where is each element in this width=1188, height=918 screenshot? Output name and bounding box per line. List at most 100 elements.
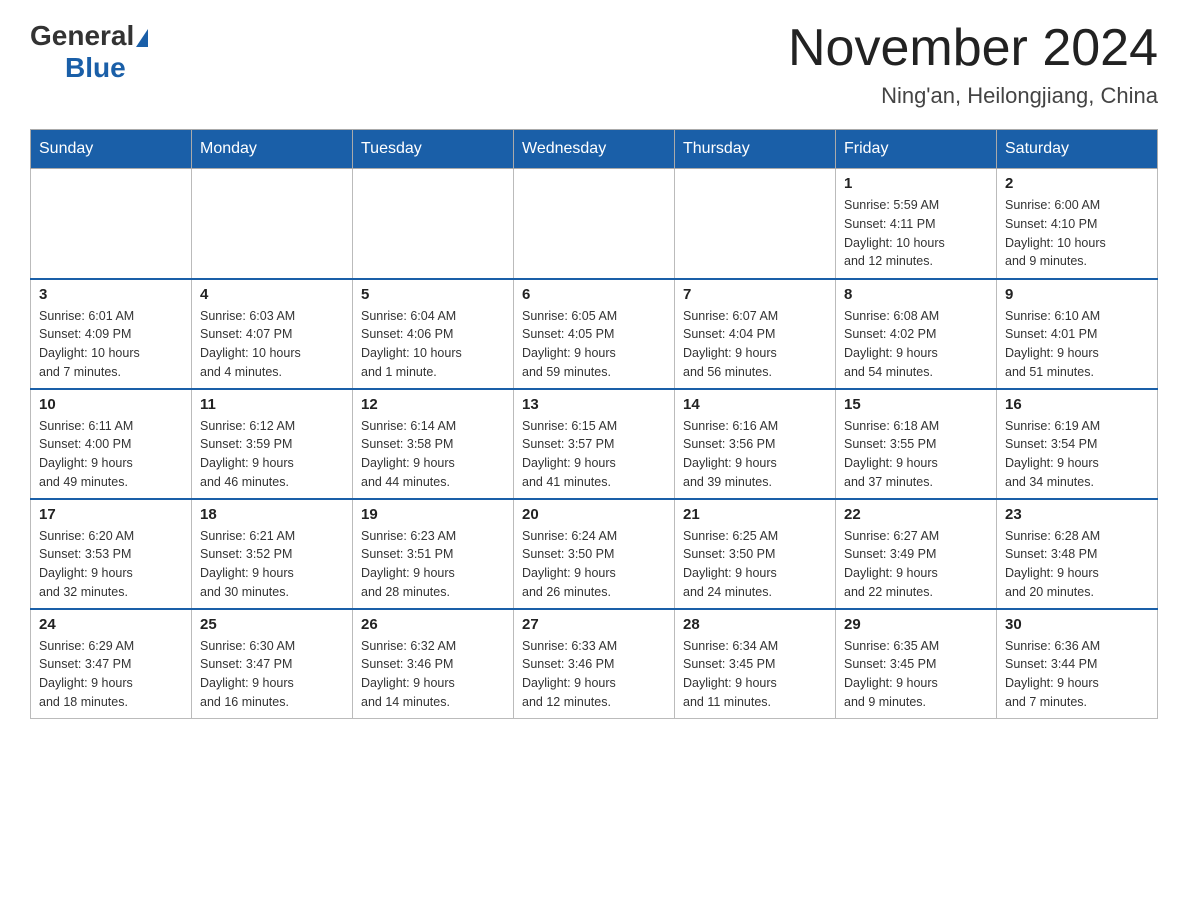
day-number: 11 [200,396,344,413]
day-number: 8 [844,286,988,303]
day-info: Sunrise: 6:21 AM Sunset: 3:52 PM Dayligh… [200,527,344,602]
calendar-cell: 14 Sunrise: 6:16 AM Sunset: 3:56 PM Dayli… [675,389,836,499]
day-of-week-header: Friday [836,130,997,169]
location-title: Ning'an, Heilongjiang, China [788,83,1158,109]
day-info: Sunrise: 6:23 AM Sunset: 3:51 PM Dayligh… [361,527,505,602]
calendar-header-row: SundayMondayTuesdayWednesdayThursdayFrid… [31,130,1158,169]
calendar-cell: 1 Sunrise: 5:59 AM Sunset: 4:11 PM Daylig… [836,169,997,279]
day-number: 27 [522,616,666,633]
day-info: Sunrise: 6:19 AM Sunset: 3:54 PM Dayligh… [1005,417,1149,492]
calendar-cell: 11 Sunrise: 6:12 AM Sunset: 3:59 PM Dayli… [192,389,353,499]
day-number: 28 [683,616,827,633]
calendar-week-row: 24Sunrise: 6:29 AM Sunset: 3:47 PM Dayli… [31,609,1158,719]
day-info: Sunrise: 6:16 AM Sunset: 3:56 PM Dayligh… [683,417,827,492]
logo-triangle-icon [136,29,148,47]
calendar-cell: 24Sunrise: 6:29 AM Sunset: 3:47 PM Dayli… [31,609,192,719]
logo-text: General [30,20,145,52]
day-number: 20 [522,506,666,523]
logo-blue-text: Blue [65,52,126,84]
day-info: Sunrise: 6:15 AM Sunset: 3:57 PM Dayligh… [522,417,666,492]
day-info: Sunrise: 6:25 AM Sunset: 3:50 PM Dayligh… [683,527,827,602]
day-number: 5 [361,286,505,303]
calendar-table: SundayMondayTuesdayWednesdayThursdayFrid… [30,129,1158,719]
day-info: Sunrise: 6:12 AM Sunset: 3:59 PM Dayligh… [200,417,344,492]
day-number: 3 [39,286,183,303]
day-info: Sunrise: 6:18 AM Sunset: 3:55 PM Dayligh… [844,417,988,492]
day-number: 2 [1005,175,1149,192]
day-number: 19 [361,506,505,523]
logo: General Blue [30,20,145,84]
day-info: Sunrise: 6:07 AM Sunset: 4:04 PM Dayligh… [683,307,827,382]
calendar-cell: 2 Sunrise: 6:00 AM Sunset: 4:10 PM Daylig… [997,169,1158,279]
day-info: Sunrise: 6:34 AM Sunset: 3:45 PM Dayligh… [683,637,827,712]
calendar-cell: 21Sunrise: 6:25 AM Sunset: 3:50 PM Dayli… [675,499,836,609]
calendar-cell: 17 Sunrise: 6:20 AM Sunset: 3:53 PM Dayli… [31,499,192,609]
calendar-cell: 25Sunrise: 6:30 AM Sunset: 3:47 PM Dayli… [192,609,353,719]
calendar-week-row: 1 Sunrise: 5:59 AM Sunset: 4:11 PM Daylig… [31,169,1158,279]
day-of-week-header: Monday [192,130,353,169]
calendar-cell: 10 Sunrise: 6:11 AM Sunset: 4:00 PM Dayli… [31,389,192,499]
calendar-cell: 4Sunrise: 6:03 AM Sunset: 4:07 PM Daylig… [192,279,353,389]
day-info: Sunrise: 6:35 AM Sunset: 3:45 PM Dayligh… [844,637,988,712]
day-info: Sunrise: 6:03 AM Sunset: 4:07 PM Dayligh… [200,307,344,382]
day-info: Sunrise: 6:05 AM Sunset: 4:05 PM Dayligh… [522,307,666,382]
calendar-cell: 8 Sunrise: 6:08 AM Sunset: 4:02 PM Daylig… [836,279,997,389]
day-number: 12 [361,396,505,413]
day-number: 23 [1005,506,1149,523]
calendar-cell: 13Sunrise: 6:15 AM Sunset: 3:57 PM Dayli… [514,389,675,499]
day-info: Sunrise: 6:33 AM Sunset: 3:46 PM Dayligh… [522,637,666,712]
calendar-cell: 9 Sunrise: 6:10 AM Sunset: 4:01 PM Daylig… [997,279,1158,389]
calendar-cell: 6 Sunrise: 6:05 AM Sunset: 4:05 PM Daylig… [514,279,675,389]
day-info: Sunrise: 6:01 AM Sunset: 4:09 PM Dayligh… [39,307,183,382]
calendar-cell: 26Sunrise: 6:32 AM Sunset: 3:46 PM Dayli… [353,609,514,719]
day-number: 30 [1005,616,1149,633]
day-number: 18 [200,506,344,523]
title-section: November 2024 Ning'an, Heilongjiang, Chi… [788,20,1158,109]
day-number: 1 [844,175,988,192]
calendar-cell: 15Sunrise: 6:18 AM Sunset: 3:55 PM Dayli… [836,389,997,499]
calendar-cell: 7 Sunrise: 6:07 AM Sunset: 4:04 PM Daylig… [675,279,836,389]
calendar-cell [192,169,353,279]
day-number: 17 [39,506,183,523]
day-info: Sunrise: 6:00 AM Sunset: 4:10 PM Dayligh… [1005,196,1149,271]
day-number: 6 [522,286,666,303]
day-info: Sunrise: 6:24 AM Sunset: 3:50 PM Dayligh… [522,527,666,602]
day-info: Sunrise: 6:32 AM Sunset: 3:46 PM Dayligh… [361,637,505,712]
calendar-cell: 29 Sunrise: 6:35 AM Sunset: 3:45 PM Dayli… [836,609,997,719]
calendar-cell: 28 Sunrise: 6:34 AM Sunset: 3:45 PM Dayli… [675,609,836,719]
day-info: Sunrise: 6:04 AM Sunset: 4:06 PM Dayligh… [361,307,505,382]
day-info: Sunrise: 6:20 AM Sunset: 3:53 PM Dayligh… [39,527,183,602]
calendar-week-row: 10 Sunrise: 6:11 AM Sunset: 4:00 PM Dayli… [31,389,1158,499]
day-info: Sunrise: 6:08 AM Sunset: 4:02 PM Dayligh… [844,307,988,382]
calendar-cell [514,169,675,279]
day-number: 7 [683,286,827,303]
calendar-cell: 27 Sunrise: 6:33 AM Sunset: 3:46 PM Dayli… [514,609,675,719]
day-info: Sunrise: 6:28 AM Sunset: 3:48 PM Dayligh… [1005,527,1149,602]
day-info: Sunrise: 6:10 AM Sunset: 4:01 PM Dayligh… [1005,307,1149,382]
day-number: 9 [1005,286,1149,303]
day-info: Sunrise: 6:36 AM Sunset: 3:44 PM Dayligh… [1005,637,1149,712]
calendar-cell: 23 Sunrise: 6:28 AM Sunset: 3:48 PM Dayli… [997,499,1158,609]
day-of-week-header: Tuesday [353,130,514,169]
calendar-cell: 20 Sunrise: 6:24 AM Sunset: 3:50 PM Dayli… [514,499,675,609]
day-of-week-header: Thursday [675,130,836,169]
day-number: 14 [683,396,827,413]
day-of-week-header: Wednesday [514,130,675,169]
calendar-cell: 30 Sunrise: 6:36 AM Sunset: 3:44 PM Dayli… [997,609,1158,719]
calendar-cell: 18 Sunrise: 6:21 AM Sunset: 3:52 PM Dayli… [192,499,353,609]
calendar-cell: 5 Sunrise: 6:04 AM Sunset: 4:06 PM Daylig… [353,279,514,389]
month-title: November 2024 [788,20,1158,77]
day-number: 24 [39,616,183,633]
calendar-cell: 3 Sunrise: 6:01 AM Sunset: 4:09 PM Daylig… [31,279,192,389]
day-number: 29 [844,616,988,633]
day-number: 10 [39,396,183,413]
logo-general-text: General [30,20,134,52]
day-info: Sunrise: 6:11 AM Sunset: 4:00 PM Dayligh… [39,417,183,492]
calendar-cell [31,169,192,279]
calendar-cell [353,169,514,279]
day-info: Sunrise: 6:27 AM Sunset: 3:49 PM Dayligh… [844,527,988,602]
day-number: 22 [844,506,988,523]
day-info: Sunrise: 5:59 AM Sunset: 4:11 PM Dayligh… [844,196,988,271]
day-info: Sunrise: 6:30 AM Sunset: 3:47 PM Dayligh… [200,637,344,712]
calendar-cell: 16Sunrise: 6:19 AM Sunset: 3:54 PM Dayli… [997,389,1158,499]
